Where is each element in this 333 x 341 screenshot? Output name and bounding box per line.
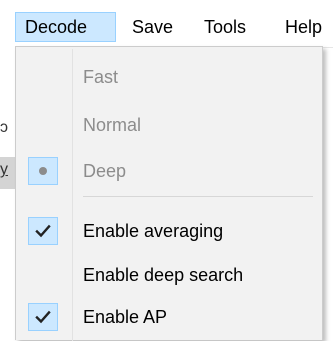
menu-item-label: Enable deep search xyxy=(83,265,244,285)
decode-dropdown-menu: Fast Normal Deep Enable averaging Enable… xyxy=(15,46,323,341)
checkmark-icon xyxy=(35,224,51,238)
check-indicator xyxy=(28,217,58,245)
radio-indicator xyxy=(28,157,58,185)
menu-item-label: Deep xyxy=(83,161,127,181)
background-app-strip: ɔ y xyxy=(0,47,16,340)
background-text-fragment-2: y xyxy=(0,161,8,178)
menu-item-enable-ap[interactable]: Enable AP xyxy=(16,297,322,337)
menu-separator xyxy=(83,196,313,197)
menu-help[interactable]: Help xyxy=(277,12,330,42)
menu-item-normal[interactable]: Normal xyxy=(16,105,322,145)
menu-decode[interactable]: Decode xyxy=(15,12,116,42)
menu-item-enable-deep-search[interactable]: Enable deep search xyxy=(16,255,322,295)
menu-item-enable-averaging[interactable]: Enable averaging xyxy=(16,211,322,251)
menu-item-label: Normal xyxy=(83,115,142,135)
background-text-fragment: ɔ xyxy=(0,119,8,136)
radio-dot-icon xyxy=(39,167,47,175)
menu-save[interactable]: Save xyxy=(124,12,181,42)
checkmark-icon xyxy=(35,310,51,324)
menu-item-label: Enable AP xyxy=(83,307,168,327)
menu-item-fast[interactable]: Fast xyxy=(16,57,322,97)
check-indicator xyxy=(28,303,58,331)
menu-item-label: Fast xyxy=(83,67,119,87)
menu-bar: Decode Save Tools Help xyxy=(0,0,333,48)
menu-item-label: Enable averaging xyxy=(83,221,224,241)
menu-tools[interactable]: Tools xyxy=(196,12,254,42)
menu-item-deep[interactable]: Deep xyxy=(16,151,322,191)
